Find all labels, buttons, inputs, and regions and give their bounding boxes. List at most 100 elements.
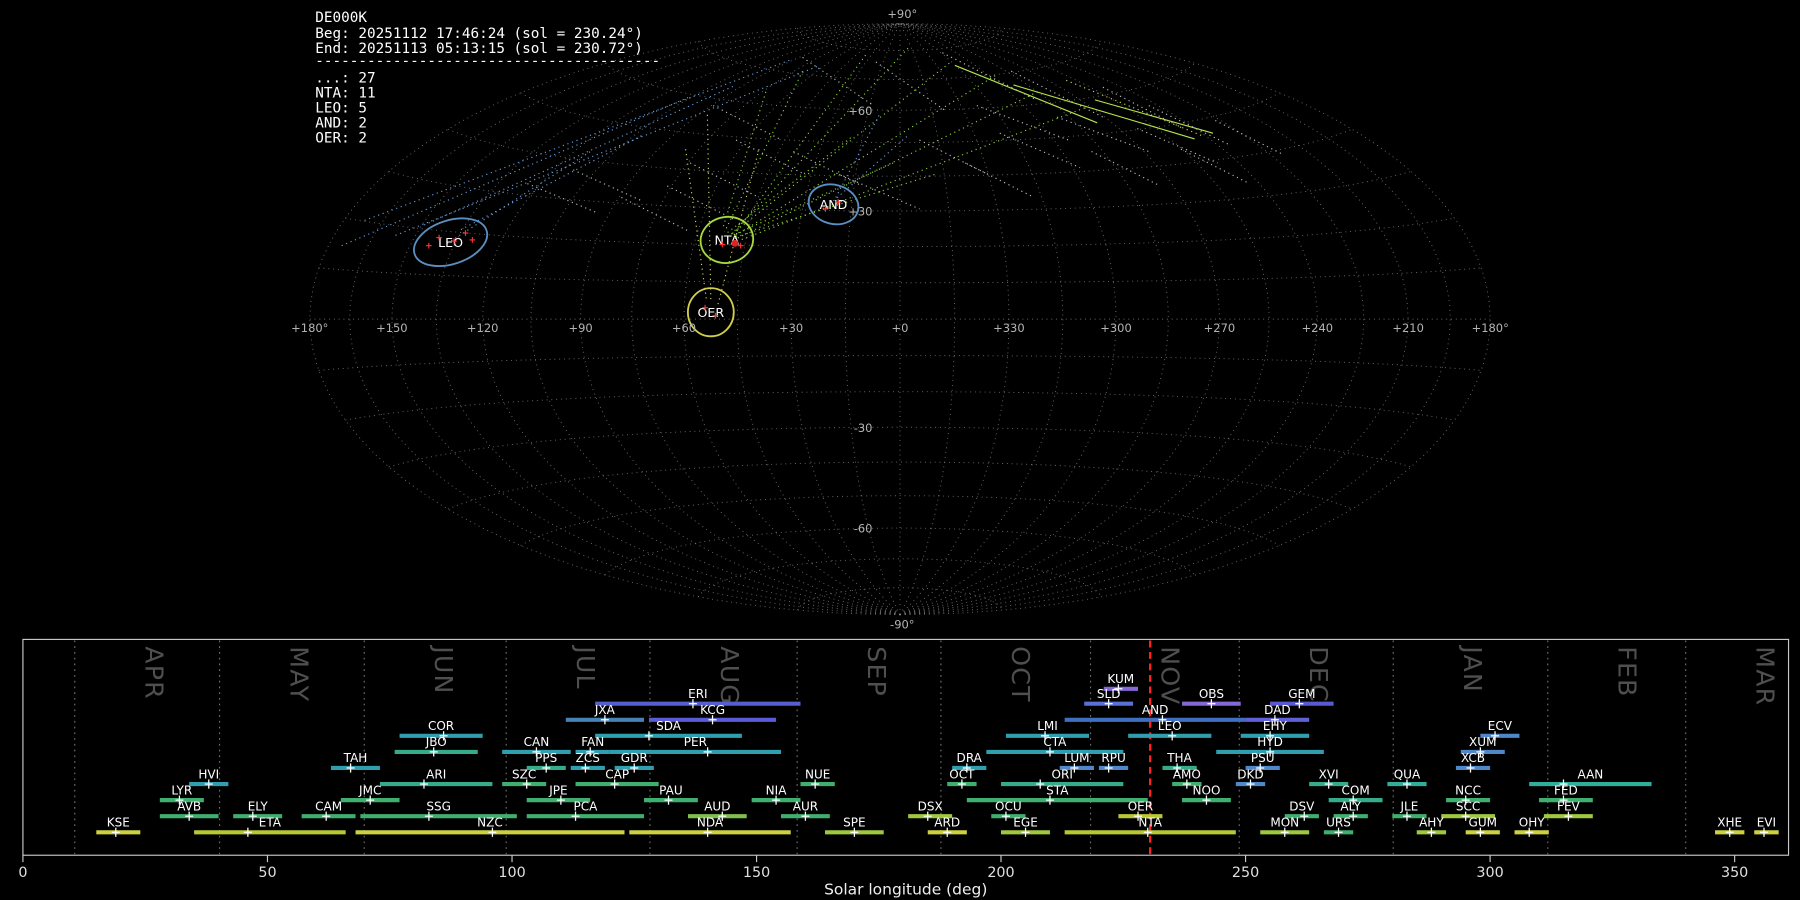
meteor-track — [735, 91, 1038, 240]
meteor-track — [573, 169, 643, 202]
shower-label-nda: NDA — [697, 816, 724, 830]
longitude-label: +0 — [892, 321, 909, 335]
radiant-label-oer: OER — [698, 305, 725, 320]
longitude-label: +90 — [568, 321, 592, 335]
shower-label-ehy: EHY — [1263, 719, 1288, 733]
grid-parallel — [345, 391, 1455, 421]
shower-label-com: COM — [1341, 783, 1369, 797]
shower-label-dra: DRA — [957, 751, 983, 765]
shower-label-xcb: XCB — [1461, 751, 1485, 765]
shower-label-mon: MON — [1270, 816, 1299, 830]
axis-tick-label: 0 — [18, 865, 27, 881]
shower-label-jle: JLE — [1399, 799, 1418, 813]
grid-parallel — [318, 267, 1482, 284]
shower-label-gum: GUM — [1469, 816, 1497, 830]
grid-meridian — [349, 23, 901, 616]
meteor-track — [527, 183, 597, 213]
shower-label-noo: NOO — [1192, 783, 1220, 797]
shower-label-aly: ALY — [1340, 799, 1361, 813]
shower-label-sta: STA — [1046, 783, 1069, 797]
shower-label-dkd: DKD — [1237, 767, 1263, 781]
month-label-jun: JUN — [429, 644, 458, 694]
meteor-track — [689, 162, 760, 198]
month-label-nov: NOV — [1156, 646, 1185, 705]
shower-label-pps: PPS — [535, 751, 557, 765]
shower-label-lum: LUM — [1064, 751, 1089, 765]
axis-tick-label: 350 — [1721, 865, 1748, 881]
latitude-label: -60 — [854, 522, 873, 536]
station-id: DE000K — [315, 10, 367, 26]
sky-map-grid — [309, 23, 1491, 616]
shower-label-ohy: OHY — [1519, 816, 1546, 830]
meteor-track — [954, 64, 1098, 124]
axis-tick-label: 250 — [1232, 865, 1259, 881]
longitude-label: +270 — [1204, 321, 1235, 335]
grid-parallel — [447, 128, 1353, 177]
longitude-label: +180° — [291, 321, 328, 335]
meteor-track — [341, 97, 689, 247]
shower-label-sda: SDA — [656, 719, 682, 733]
shower-label-pca: PCA — [573, 799, 598, 813]
shower-label-fev: FEV — [1557, 799, 1581, 813]
shower-label-nia: NIA — [766, 783, 788, 797]
axis-tick-label: 300 — [1476, 865, 1503, 881]
grid-meridian — [899, 23, 1491, 616]
latitude-label: -30 — [854, 421, 873, 435]
shower-label-ecv: ECV — [1488, 719, 1513, 733]
longitude-label: +60 — [672, 321, 696, 335]
shower-label-ely: ELY — [248, 799, 269, 813]
meteor-track — [835, 112, 882, 198]
shower-label-kcg: KCG — [700, 703, 725, 717]
grid-parallel — [388, 170, 1412, 212]
shower-label-kse: KSE — [107, 816, 130, 830]
begin-time: Beg: 20251112 17:46:24 (sol = 230.24°) — [315, 26, 643, 42]
month-label-mar: MAR — [1751, 646, 1780, 706]
shower-label-tah: TAH — [343, 751, 368, 765]
longitude-label: +120 — [467, 321, 498, 335]
grid-meridian — [899, 23, 1409, 616]
longitude-label: +150 — [376, 321, 407, 335]
shower-counts: ...: 27NTA: 11LEO: 5AND: 2OER: 2 — [315, 71, 375, 147]
count-line-nta: NTA: 11 — [315, 86, 375, 102]
grid-meridian — [391, 23, 901, 616]
meteor-track — [1215, 120, 1285, 156]
shower-label-cam: CAM — [315, 799, 342, 813]
shower-label-sld: SLD — [1097, 687, 1121, 701]
meteor-track — [730, 162, 894, 238]
count-line-and: AND: 2 — [315, 115, 367, 131]
shower-label-rpu: RPU — [1101, 751, 1125, 765]
grid-parallel — [345, 217, 1455, 248]
shower-label-szc: SZC — [512, 767, 536, 781]
meteor-track — [667, 185, 737, 221]
shower-label-cap: CAP — [605, 767, 629, 781]
grid-meridian — [899, 23, 1064, 616]
shower-label-ssg: SSG — [426, 799, 451, 813]
shower-label-dad: DAD — [1264, 703, 1291, 717]
meteor-track — [364, 59, 792, 221]
month-label-apr: APR — [140, 646, 169, 699]
meteor-track — [1094, 99, 1214, 134]
shower-label-avb: AVB — [177, 799, 201, 813]
meteor-track — [976, 105, 1069, 141]
shower-label-gem: GEM — [1288, 687, 1315, 701]
shower-label-lmi: LMI — [1037, 719, 1058, 733]
shower-label-psu: PSU — [1251, 751, 1275, 765]
shower-label-and: AND — [1142, 703, 1168, 717]
meteor-track — [1013, 84, 1195, 140]
shower-label-xvi: XVI — [1319, 767, 1339, 781]
info-block: DE000K Beg: 20251112 17:46:24 (sol = 230… — [315, 10, 660, 147]
grid-meridian — [482, 23, 901, 616]
shower-label-oct: OCT — [949, 767, 975, 781]
shower-label-cor: COR — [428, 719, 455, 733]
shower-label-ahy: AHY — [1419, 816, 1444, 830]
meteor-track — [1056, 116, 1149, 153]
meteor-track — [833, 135, 909, 202]
month-label-oct: OCT — [1006, 646, 1035, 702]
longitude-label: +330 — [993, 321, 1024, 335]
longitude-label: +180° — [1472, 321, 1509, 335]
grid-meridian — [899, 23, 1318, 616]
shower-label-jpe: JPE — [548, 783, 567, 797]
axis-tick-label: 200 — [987, 865, 1014, 881]
month-label-may: MAY — [284, 646, 313, 702]
count-line-leo: LEO: 5 — [315, 100, 367, 116]
